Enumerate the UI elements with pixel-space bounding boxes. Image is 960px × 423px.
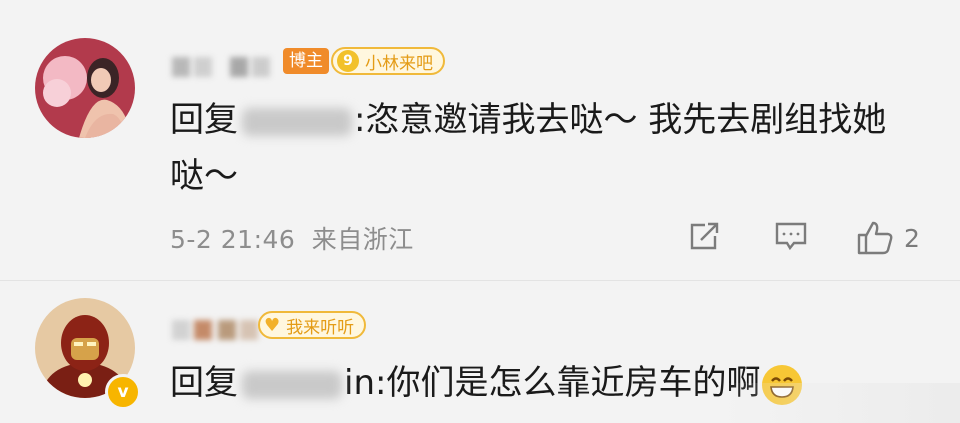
fan-badge-label: 我来听听	[286, 317, 355, 338]
comment-button[interactable]	[773, 218, 809, 254]
mention-redacted[interactable]	[242, 370, 342, 399]
reply-text: 回复 in:你们是怎么靠近房车的啊	[170, 355, 803, 411]
comment-meta: 5-2 21:46 来自浙江	[170, 220, 414, 256]
timestamp: 5-2 21:46	[170, 225, 296, 254]
comment-item: 博主 9 小林来吧 回复 :恣意邀请我去哒～ 我先去剧组找她 哒～ 5-2 21:…	[0, 0, 960, 281]
like-count: 2	[904, 223, 920, 253]
reply-body: in:你们是怎么靠近房车的啊	[344, 363, 761, 403]
username-redacted[interactable]	[172, 55, 282, 81]
watermark-fade	[720, 383, 960, 423]
heart-badge-icon: ♥	[264, 314, 281, 336]
reply-prefix: 回复	[170, 363, 238, 403]
verified-icon: v	[105, 374, 141, 410]
like-icon	[856, 218, 896, 258]
reply-text-line2: 哒～	[170, 156, 238, 196]
share-icon	[687, 218, 723, 254]
fan-badge-label: 小林来吧	[365, 53, 433, 74]
reply-body: :恣意邀请我去哒～ 我先去剧组找她	[354, 100, 887, 140]
reply-text: 回复 :恣意邀请我去哒～ 我先去剧组找她	[170, 92, 886, 148]
mention-redacted[interactable]	[242, 107, 352, 136]
like-button[interactable]: 2	[856, 218, 920, 258]
comment-item: v ♥ 我来听听 回复 in:你们是怎么靠近房车的啊	[0, 280, 960, 423]
location: 来自浙江	[311, 225, 414, 254]
avatar[interactable]	[35, 38, 135, 138]
comment-icon	[773, 218, 809, 254]
username-redacted[interactable]	[172, 318, 262, 344]
host-badge: 博主	[283, 48, 329, 74]
share-button[interactable]	[687, 218, 723, 254]
fan-badge[interactable]: ♥ 我来听听	[258, 311, 367, 339]
reply-prefix: 回复	[170, 100, 238, 140]
fan-level-icon: 9	[337, 50, 359, 72]
fan-badge[interactable]: 9 小林来吧	[331, 47, 445, 75]
